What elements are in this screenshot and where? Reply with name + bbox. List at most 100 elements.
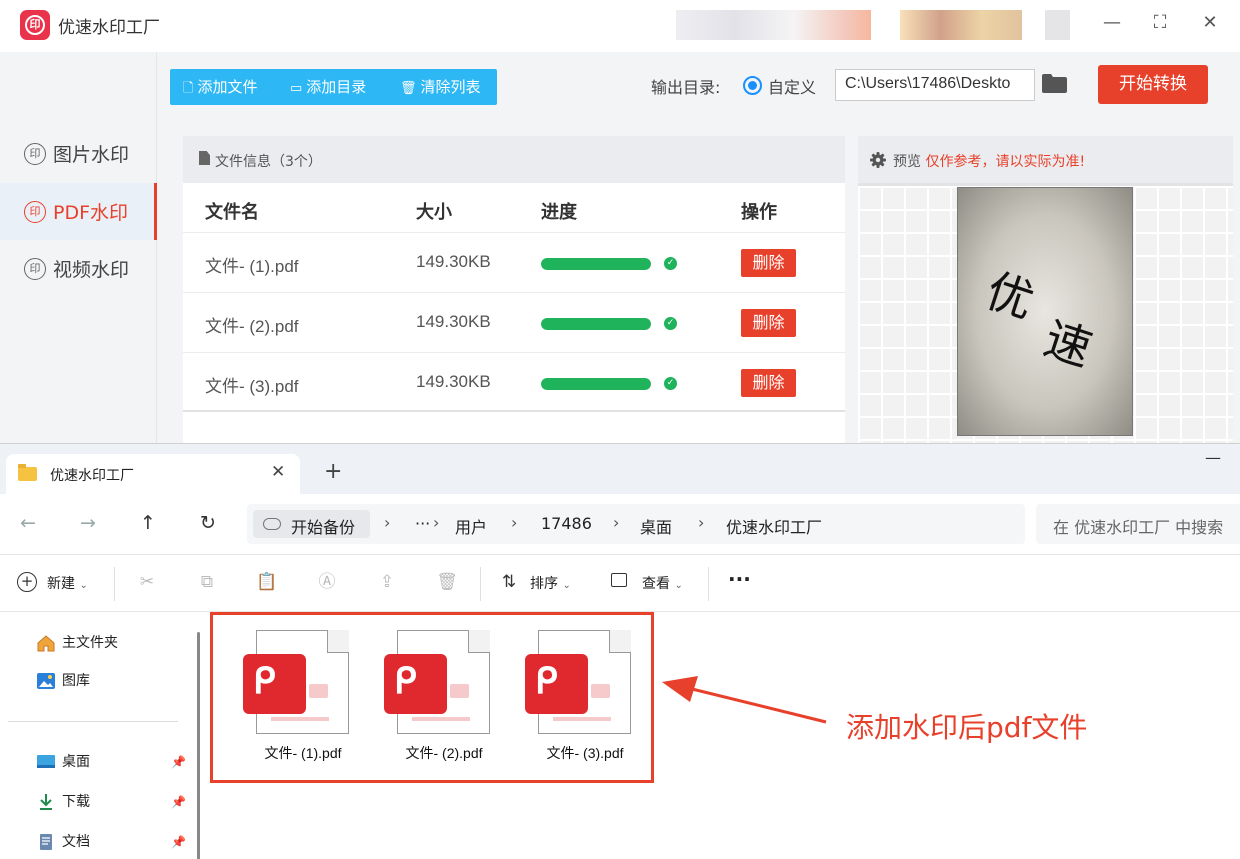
cut-icon[interactable]: ✂ <box>136 571 158 593</box>
preview-header: 预览 仅作参考，请以实际为准! <box>858 136 1233 183</box>
col-header-name: 文件名 <box>205 202 259 223</box>
back-button[interactable]: ← <box>20 512 36 534</box>
add-file-button[interactable]: 🗋 添加文件 <box>183 69 257 105</box>
search-input[interactable]: 在 优速水印工厂 中搜索 <box>1036 504 1240 544</box>
preview-page: 优 速 <box>957 187 1133 436</box>
preview-label: 预览 <box>893 154 921 170</box>
minimize-button[interactable]: — <box>1097 10 1127 36</box>
breadcrumb-current-folder[interactable]: 优速水印工厂 <box>726 514 822 538</box>
divider <box>708 567 709 601</box>
breadcrumb-17486[interactable]: 17486 <box>541 514 592 533</box>
output-path-input[interactable]: C:\Users\17486\Deskto <box>835 69 1035 101</box>
view-button[interactable]: 查看 ⌄ <box>642 573 683 593</box>
sidebar-item-pdf-watermark[interactable]: 印 PDF水印 <box>0 183 157 240</box>
pdf-icon: ᑭ <box>384 654 447 714</box>
close-button[interactable]: ✕ <box>1195 10 1225 36</box>
pdf-file-item[interactable]: ᑭ 文件- (1).pdf <box>243 630 363 770</box>
clear-list-button[interactable]: 🗑 清除列表 <box>400 69 481 105</box>
search-placeholder: 在 优速水印工厂 中搜索 <box>1053 518 1224 537</box>
gallery-icon <box>37 673 55 689</box>
col-header-progress: 进度 <box>541 202 577 223</box>
nav-item-gallery[interactable]: 图库 <box>36 670 90 690</box>
cloud-icon <box>263 518 281 530</box>
delete-icon[interactable]: 🗑 <box>436 571 458 593</box>
breadcrumb-users[interactable]: 用户 <box>455 514 487 538</box>
pdf-file-item[interactable]: ᑭ 文件- (2).pdf <box>384 630 504 770</box>
sidebar-item-video-watermark[interactable]: 印 视频水印 <box>0 240 157 297</box>
page-fold <box>609 630 631 653</box>
breadcrumb-more[interactable]: ··· <box>415 514 430 533</box>
pin-icon[interactable]: 📌 <box>171 835 186 849</box>
add-directory-button[interactable]: ▭ 添加目录 <box>290 69 366 105</box>
nav-item-desktop[interactable]: 桌面 <box>36 751 90 771</box>
address-bar[interactable]: 开始备份 › ··· › 用户 › 17486 › 桌面 › 优速水印工厂 <box>247 504 1025 544</box>
app-window: 印 优速水印工厂 — ⛶ ✕ 印 图片水印 印 PDF水印 印 视频水印 🗋 添加… <box>0 0 1240 443</box>
nav-item-home[interactable]: 主文件夹 <box>36 632 118 652</box>
refresh-button[interactable]: ↻ <box>200 512 216 534</box>
download-icon <box>40 794 52 810</box>
blurred-account-info <box>676 10 871 40</box>
page-decoration <box>412 717 470 721</box>
col-header-action: 操作 <box>741 202 777 223</box>
divider <box>114 567 115 601</box>
delete-button[interactable]: 删除 <box>741 309 796 337</box>
custom-radio-label[interactable]: 自定义 <box>768 74 816 98</box>
delete-button[interactable]: 删除 <box>741 369 796 397</box>
nav-item-documents[interactable]: 文档 <box>36 831 90 851</box>
nav-item-downloads[interactable]: 下载 <box>36 791 90 811</box>
title-bar: 印 优速水印工厂 — ⛶ ✕ <box>0 0 1240 52</box>
tab-youso-watermark[interactable]: 优速水印工厂 ✕ <box>6 454 300 494</box>
explorer-minimize-button[interactable]: — <box>1205 448 1221 467</box>
folder-icon <box>18 464 37 481</box>
sidebar-item-label: PDF水印 <box>53 202 129 224</box>
pdf-file-item[interactable]: ᑭ 文件- (3).pdf <box>525 630 645 770</box>
check-icon: ✓ <box>664 257 677 270</box>
stamp-icon: 印 <box>24 143 46 165</box>
tab-close-button[interactable]: ✕ <box>271 462 285 482</box>
breadcrumb-separator: › <box>384 513 391 532</box>
nav-scrollbar[interactable] <box>197 632 200 859</box>
page-decoration <box>553 717 611 721</box>
new-tab-button[interactable]: + <box>324 459 342 484</box>
up-button[interactable]: ↑ <box>140 512 156 534</box>
file-info-panel: 文件信息（3个） 文件名 大小 进度 操作 文件- (1).pdf 149.30… <box>183 136 845 443</box>
start-convert-button[interactable]: 开始转换 <box>1098 65 1208 104</box>
rename-icon[interactable]: Ⓐ <box>316 571 338 593</box>
breadcrumb-desktop[interactable]: 桌面 <box>640 514 672 538</box>
view-label: 查看 <box>642 576 670 592</box>
navigation-pane: 主文件夹 图库 桌面 📌 下载 📌 文档 📌 <box>0 612 190 859</box>
blurred-avatar <box>900 10 1022 40</box>
pin-icon[interactable]: 📌 <box>171 795 186 809</box>
backup-label: 开始备份 <box>291 518 356 537</box>
pdf-icon: ᑭ <box>525 654 588 714</box>
delete-button[interactable]: 删除 <box>741 249 796 277</box>
sort-button[interactable]: 排序 ⌄ <box>530 573 571 593</box>
share-icon[interactable]: ⇪ <box>376 571 398 593</box>
annotation-text: 添加水印后pdf文件 <box>846 711 1088 744</box>
new-button[interactable]: 新建 ⌄ <box>47 573 88 593</box>
copy-icon[interactable]: ⧉ <box>196 571 218 593</box>
file-name: 文件- (1).pdf <box>264 745 342 761</box>
page-fold <box>468 630 490 653</box>
sidebar: 印 图片水印 印 PDF水印 印 视频水印 <box>0 52 157 443</box>
sort-icon: ⇅ <box>501 572 517 592</box>
pin-icon[interactable]: 📌 <box>171 755 186 769</box>
browse-folder-icon[interactable] <box>1042 74 1067 93</box>
sidebar-item-image-watermark[interactable]: 印 图片水印 <box>0 125 157 182</box>
paste-icon[interactable]: 📋 <box>256 571 278 593</box>
backup-button[interactable]: 开始备份 <box>253 510 370 538</box>
more-options-button[interactable]: ··· <box>728 567 751 591</box>
check-icon: ✓ <box>664 317 677 330</box>
nav-divider <box>8 721 178 722</box>
output-dir-label: 输出目录: <box>651 78 721 97</box>
file-info-title: 文件信息（3个） <box>215 154 322 170</box>
tab-strip: 优速水印工厂 ✕ + — <box>0 444 1240 494</box>
col-header-size: 大小 <box>416 202 452 223</box>
custom-radio[interactable] <box>743 76 762 95</box>
file-explorer-window: 优速水印工厂 ✕ + — ← → ↑ ↻ 开始备份 › ··· › 用户 › 1… <box>0 443 1240 859</box>
breadcrumb-separator: › <box>698 513 705 532</box>
navigation-bar: ← → ↑ ↻ 开始备份 › ··· › 用户 › 17486 › 桌面 › 优… <box>0 494 1240 554</box>
progress-fill <box>541 378 651 390</box>
maximize-button[interactable]: ⛶ <box>1145 10 1175 36</box>
forward-button[interactable]: → <box>80 512 96 534</box>
